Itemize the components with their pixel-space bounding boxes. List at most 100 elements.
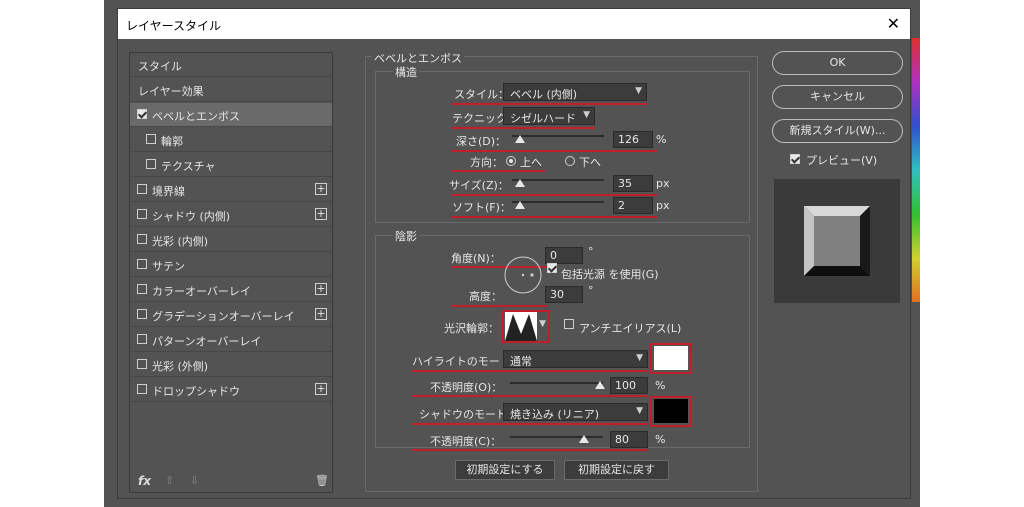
effect-checkbox[interactable] bbox=[146, 134, 156, 144]
highlight-opacity-thumb[interactable] bbox=[595, 381, 605, 389]
make-default-button[interactable]: 初期設定にする bbox=[455, 460, 555, 480]
depth-slider-track[interactable] bbox=[512, 135, 604, 137]
shading-title: 陰影 bbox=[393, 228, 419, 244]
highlight-color-swatch[interactable] bbox=[654, 346, 688, 370]
soften-slider-track[interactable] bbox=[512, 201, 604, 203]
shadow-opacity-thumb[interactable] bbox=[579, 435, 589, 443]
add-effect-icon[interactable]: + bbox=[315, 183, 327, 195]
highlight-underline bbox=[412, 395, 648, 397]
direction-down-label: 下へ bbox=[579, 156, 601, 169]
add-effect-icon[interactable]: + bbox=[315, 383, 327, 395]
structure-title: 構造 bbox=[393, 64, 419, 80]
effect-item[interactable]: サテン bbox=[130, 253, 332, 277]
soften-input[interactable]: 2 bbox=[613, 197, 653, 214]
effect-checkbox[interactable] bbox=[137, 384, 147, 394]
fx-icon[interactable]: fx bbox=[138, 474, 151, 488]
antialias-label: アンチエイリアス(L) bbox=[579, 322, 682, 335]
effect-checkbox[interactable] bbox=[137, 309, 147, 319]
chevron-down-icon: ▼ bbox=[539, 319, 546, 329]
size-input[interactable]: 35 bbox=[613, 175, 653, 192]
angle-degree: ° bbox=[588, 245, 594, 258]
effect-checkbox[interactable] bbox=[137, 209, 147, 219]
technique-select[interactable]: シゼルハード ▼ bbox=[503, 107, 595, 125]
style-select[interactable]: ベベル (内側) ▼ bbox=[503, 83, 647, 101]
depth-input[interactable]: 126 bbox=[613, 131, 653, 148]
highlight-color-frame bbox=[650, 343, 692, 374]
highlight-mode-select[interactable]: 通常 ▼ bbox=[503, 350, 648, 368]
effect-item[interactable]: ドロップシャドウ + bbox=[130, 378, 332, 402]
altitude-input[interactable]: 30 bbox=[545, 286, 583, 303]
effect-item[interactable]: 境界線 + bbox=[130, 178, 332, 202]
ok-button[interactable]: OK bbox=[772, 51, 903, 75]
highlight-underline bbox=[451, 194, 657, 196]
direction-label: 方向： bbox=[470, 156, 503, 169]
effect-checkbox[interactable] bbox=[137, 184, 147, 194]
effect-item[interactable]: カラーオーバーレイ + bbox=[130, 278, 332, 302]
angle-input[interactable]: 0 bbox=[545, 247, 583, 264]
trash-icon[interactable]: 🗑 bbox=[315, 474, 329, 487]
shadow-opacity-track[interactable] bbox=[510, 436, 603, 438]
effect-item[interactable]: シャドウ (内側) + bbox=[130, 203, 332, 227]
angle-dial[interactable] bbox=[503, 255, 543, 295]
gloss-contour-picker[interactable]: ▼ bbox=[502, 310, 550, 343]
shadow-opacity-input[interactable]: 80 bbox=[610, 431, 648, 448]
soften-slider-thumb[interactable] bbox=[515, 201, 525, 209]
effect-checkbox[interactable] bbox=[137, 284, 147, 294]
preview-checkbox[interactable] bbox=[790, 154, 800, 164]
global-light-checkbox[interactable] bbox=[547, 263, 557, 273]
gloss-contour-icon bbox=[505, 312, 537, 341]
effect-checkbox[interactable] bbox=[137, 109, 147, 119]
highlight-underline bbox=[451, 150, 657, 152]
highlight-opacity-track[interactable] bbox=[510, 382, 603, 384]
effect-item[interactable]: レイヤー効果 bbox=[130, 78, 332, 102]
shadow-color-swatch[interactable] bbox=[654, 399, 688, 423]
effect-item[interactable]: パターンオーバーレイ bbox=[130, 328, 332, 352]
antialias-checkbox[interactable] bbox=[564, 319, 574, 329]
effect-checkbox[interactable] bbox=[137, 259, 147, 269]
size-slider-thumb[interactable] bbox=[515, 179, 525, 187]
effect-item[interactable]: グラデーションオーバーレイ + bbox=[130, 303, 332, 327]
effect-item[interactable]: 光彩 (外側) bbox=[130, 353, 332, 377]
shadow-color-frame bbox=[650, 396, 692, 427]
move-down-icon[interactable]: ⇩ bbox=[190, 474, 199, 487]
effect-checkbox[interactable] bbox=[137, 359, 147, 369]
effect-item[interactable]: 光彩 (内側) bbox=[130, 228, 332, 252]
altitude-label: 高度： bbox=[469, 290, 502, 303]
highlight-opacity-unit: % bbox=[655, 379, 666, 392]
reset-default-button[interactable]: 初期設定に戻す bbox=[564, 460, 669, 480]
move-up-icon[interactable]: ⇧ bbox=[165, 474, 174, 487]
add-effect-icon[interactable]: + bbox=[315, 208, 327, 220]
close-icon[interactable]: ✕ bbox=[887, 14, 900, 33]
add-effect-icon[interactable]: + bbox=[315, 283, 327, 295]
effect-checkbox[interactable] bbox=[137, 334, 147, 344]
depth-slider-thumb[interactable] bbox=[515, 135, 525, 143]
color-strip bbox=[912, 38, 920, 302]
highlight-underline bbox=[451, 216, 657, 218]
direction-up-radio[interactable] bbox=[506, 156, 516, 166]
soften-unit: px bbox=[656, 199, 670, 212]
add-effect-icon[interactable]: + bbox=[315, 308, 327, 320]
size-slider-track[interactable] bbox=[512, 179, 604, 181]
cancel-button[interactable]: キャンセル bbox=[772, 85, 903, 109]
direction-down-radio[interactable] bbox=[565, 156, 575, 166]
new-style-button[interactable]: 新規スタイル(W)... bbox=[772, 119, 903, 143]
effect-label: サテン bbox=[152, 260, 185, 273]
effect-label: 光彩 (内側) bbox=[152, 235, 209, 248]
effect-label: レイヤー効果 bbox=[138, 85, 204, 98]
effect-item[interactable]: テクスチャ bbox=[130, 153, 332, 177]
effect-item[interactable]: 輪郭 bbox=[130, 128, 332, 152]
effect-label: グラデーションオーバーレイ bbox=[152, 310, 295, 323]
preview-thumbnail bbox=[804, 206, 870, 276]
size-unit: px bbox=[656, 177, 670, 190]
highlight-underline bbox=[451, 305, 547, 307]
highlight-opacity-input[interactable]: 100 bbox=[610, 377, 648, 394]
highlight-opacity-label: 不透明度(O)： bbox=[430, 381, 503, 394]
effect-item[interactable]: ベベルとエンボス bbox=[130, 103, 332, 127]
effect-item[interactable]: スタイル bbox=[130, 53, 332, 77]
effect-checkbox[interactable] bbox=[146, 159, 156, 169]
direction-up-label: 上へ bbox=[520, 156, 542, 169]
preview-area bbox=[774, 179, 900, 303]
effect-checkbox[interactable] bbox=[137, 234, 147, 244]
shadow-mode-select[interactable]: 焼き込み (リニア) ▼ bbox=[503, 403, 648, 421]
highlight-underline bbox=[412, 449, 648, 451]
